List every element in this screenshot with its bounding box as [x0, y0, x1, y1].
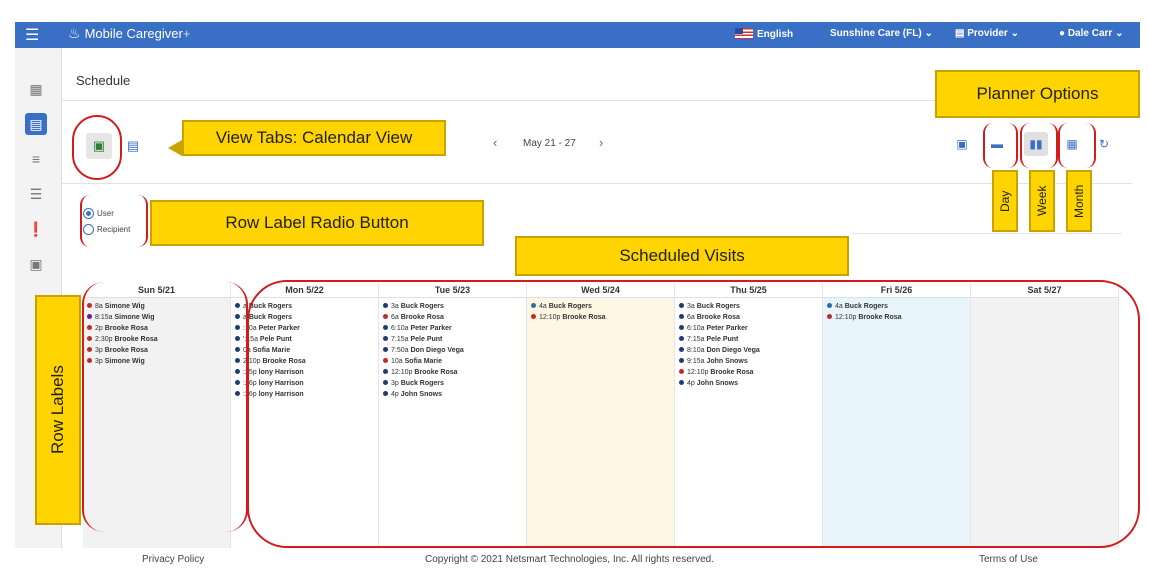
callout-planner-options: Planner Options	[935, 70, 1140, 118]
user-icon: ●	[1059, 28, 1066, 39]
language-label: English	[757, 29, 794, 40]
footer: Privacy Policy Copyright © 2021 Netsmart…	[62, 548, 1140, 570]
chevron-down-icon: ⌄	[1115, 28, 1124, 39]
logo-icon: ♨	[68, 25, 81, 41]
month-option-highlight	[1058, 123, 1096, 168]
radio-highlight	[80, 195, 148, 247]
calendar-icon[interactable]: ▣	[25, 253, 47, 275]
app-screenshot: ☰ ♨ Mobile Caregiver+ English Sunshine Ca…	[0, 0, 1149, 580]
callout-day: Day	[992, 170, 1018, 232]
filter-icon[interactable]: ≡	[25, 148, 47, 170]
calendar-picker-icon[interactable]: ▣	[950, 132, 974, 156]
divider	[62, 183, 1132, 184]
chevron-down-icon: ⌄	[1010, 28, 1019, 39]
user-name: Dale Carr	[1067, 28, 1113, 39]
callout-row-labels: Row Labels	[35, 295, 81, 525]
view-tab-highlight	[72, 115, 122, 180]
callout-week: Week	[1029, 170, 1055, 232]
divider	[852, 233, 1122, 234]
callout-scheduled-visits: Scheduled Visits	[515, 236, 849, 276]
flag-icon	[735, 28, 753, 39]
callout-row-label-radio: Row Label Radio Button	[150, 200, 484, 246]
app-logo: ♨ Mobile Caregiver+	[68, 25, 190, 42]
chevron-right-icon[interactable]: ›	[599, 135, 603, 150]
privacy-link[interactable]: Privacy Policy	[142, 554, 204, 565]
role-label: Provider	[967, 28, 1008, 39]
row-labels-highlight	[82, 282, 248, 532]
copyright-text: Copyright © 2021 Netsmart Technologies, …	[425, 554, 714, 565]
date-range: May 21 - 27	[523, 138, 576, 149]
week-option-highlight	[1020, 123, 1058, 168]
app-suffix: +	[182, 26, 191, 41]
page-title: Schedule	[76, 73, 131, 88]
app-name: Mobile Caregiver	[84, 26, 183, 41]
list-view-tab[interactable]: ▤	[120, 133, 146, 159]
callout-month: Month	[1066, 170, 1092, 232]
language-selector[interactable]: English	[735, 28, 793, 40]
list-icon[interactable]: ☰	[25, 183, 47, 205]
chevron-down-icon: ⌄	[924, 28, 933, 39]
dashboard-icon[interactable]: ▦	[25, 78, 47, 100]
schedule-icon[interactable]: ▤	[25, 113, 47, 135]
role-selector[interactable]: ▤ Provider ⌄	[955, 28, 1019, 39]
chevron-left-icon[interactable]: ‹	[493, 135, 497, 150]
top-bar: ☰ ♨ Mobile Caregiver+ English Sunshine Ca…	[15, 22, 1140, 48]
user-menu[interactable]: ● Dale Carr ⌄	[1059, 28, 1123, 39]
agency-selector[interactable]: Sunshine Care (FL) ⌄	[830, 28, 933, 39]
day-option-highlight	[983, 123, 1018, 168]
terms-link[interactable]: Terms of Use	[979, 554, 1038, 565]
agency-label: Sunshine Care (FL)	[830, 28, 922, 39]
scheduled-visits-highlight	[247, 280, 1140, 548]
menu-icon[interactable]: ☰	[25, 25, 39, 45]
callout-view-tabs: View Tabs: Calendar View	[182, 120, 446, 156]
id-card-icon: ▤	[955, 28, 965, 39]
alert-icon[interactable]: ❗	[25, 218, 47, 240]
callout-pointer	[168, 140, 182, 156]
